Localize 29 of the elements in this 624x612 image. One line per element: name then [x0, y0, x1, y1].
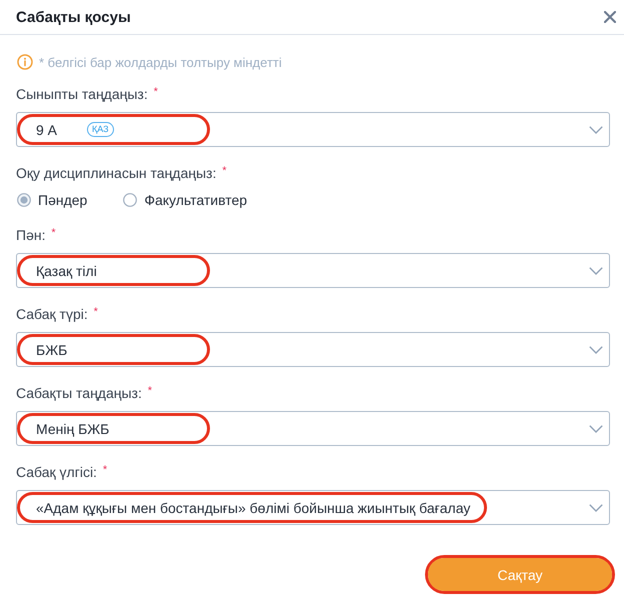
close-button[interactable]: [604, 11, 616, 23]
close-icon: [604, 11, 616, 23]
language-badge: ҚАЗ: [87, 122, 114, 137]
chevron-down-icon: [589, 424, 603, 432]
radio-option[interactable]: Факультативтер: [123, 192, 248, 208]
radio-option[interactable]: Пәндер: [17, 192, 88, 208]
field-label: Пән: $^{*}$: [16, 226, 57, 244]
dialog-title: Сабақты қосуы: [16, 8, 131, 26]
select-field[interactable]: Қазақ тілі: [16, 253, 610, 288]
field-label: Сабақты таңдаңыз: $^{*}$: [16, 384, 154, 402]
notice-text: * белгісі бар жолдарды толтыру міндетті: [39, 54, 282, 70]
select-field[interactable]: 9 А ҚАЗ: [16, 112, 610, 147]
select-field[interactable]: Менің БЖБ: [16, 411, 610, 446]
field-label: Сыныпты таңдаңыз: $^{*}$: [16, 85, 159, 103]
select-value: 9 А: [36, 122, 58, 138]
select-field[interactable]: БЖБ: [16, 332, 610, 367]
select-value: «Адам құқығы мен бостандығы» бөлімі бойынша жиынтық бағалау: [36, 500, 470, 516]
chevron-down-icon: [589, 126, 603, 134]
chevron-down-icon: [589, 346, 603, 354]
select-value: БЖБ: [36, 342, 68, 358]
chevron-down-icon: [589, 504, 603, 512]
field-label: Сабақ түрі: $^{*}$: [16, 305, 99, 323]
select-value: Менің БЖБ: [36, 420, 110, 436]
select-field[interactable]: «Адам құқығы мен бостандығы» бөлімі бойынша жиынтық бағалау: [16, 490, 610, 525]
field-label: Сабақ үлгісі: $^{*}$: [16, 463, 108, 481]
info-icon: [17, 54, 33, 70]
field-label: Оқу дисциплинасын таңдаңыз: $^{*}$: [16, 164, 228, 182]
chevron-down-icon: [589, 266, 603, 274]
select-value: Қазақ тілі: [36, 262, 97, 278]
